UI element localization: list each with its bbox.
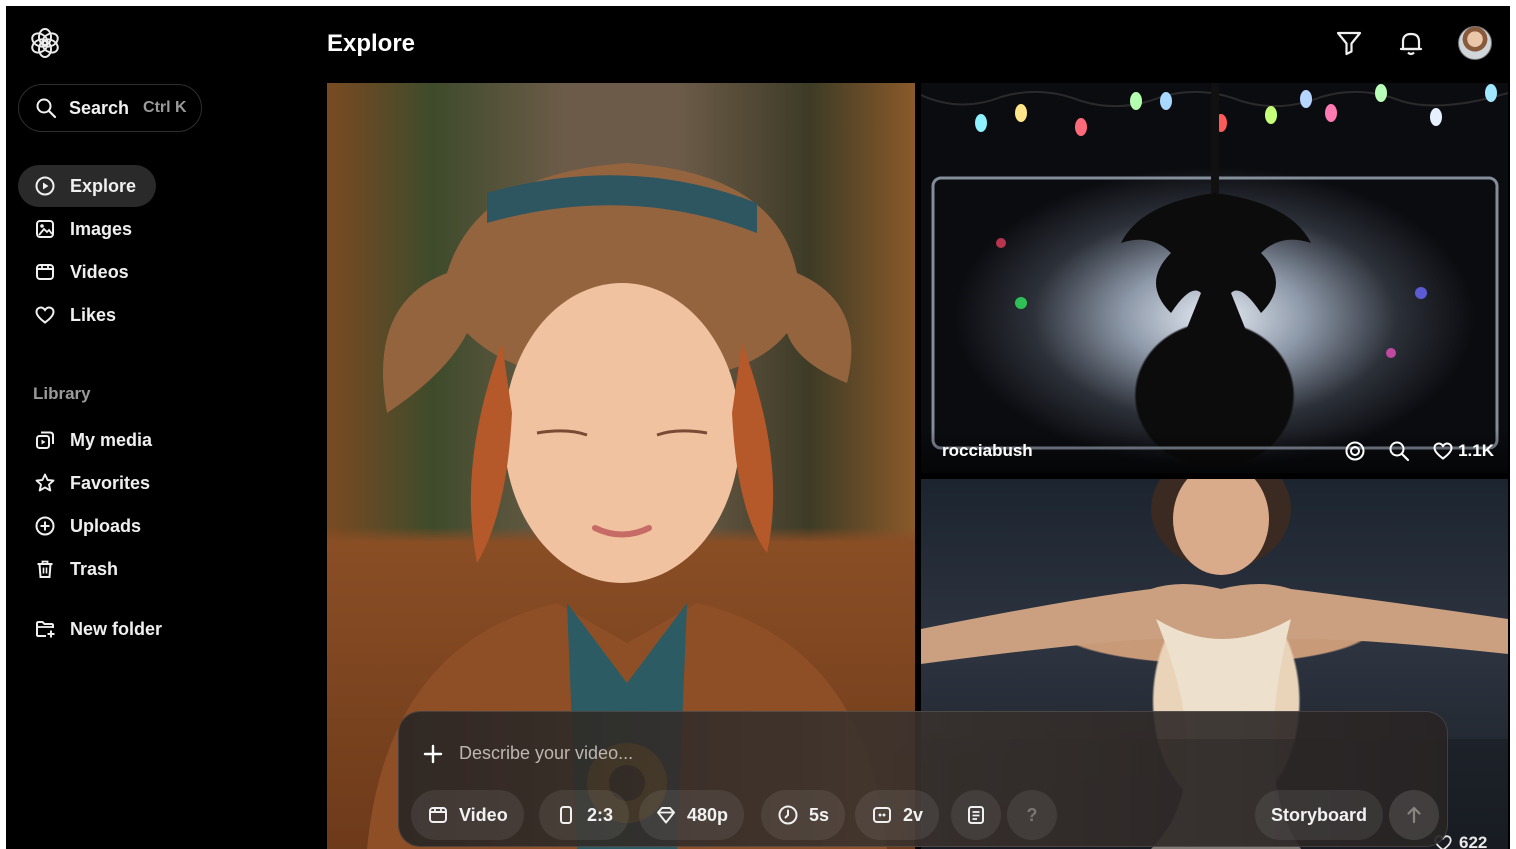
image-icon [36,220,54,238]
nav-item-images[interactable]: Images [18,208,152,250]
duration-label: 5s [809,804,830,825]
library-item-favorites[interactable]: Favorites [18,462,170,504]
variations-select[interactable]: 2v [855,790,940,840]
nav-item-label: Explore [70,175,137,196]
like-button[interactable]: 1.1K [1432,440,1494,462]
clock-icon [778,805,798,825]
video-icon [36,264,54,280]
help-label: ? [1026,804,1038,825]
type-select[interactable]: Video [411,790,524,840]
nav-item-likes[interactable]: Likes [18,294,136,336]
filter-icon[interactable] [1334,28,1364,58]
prompt-input[interactable] [459,738,1219,768]
duration-select[interactable]: 5s [761,790,846,840]
bell-icon[interactable] [1396,28,1426,58]
variations-icon [873,807,891,823]
diamond-icon [657,807,675,824]
variations-label: 2v [903,804,924,825]
submit-button[interactable] [1389,790,1439,840]
heart-icon [35,306,55,324]
ink-tank-illustration [931,83,1499,450]
quality-label: 480p [687,804,729,825]
library-item-label: My media [70,429,153,450]
nav-item-explore[interactable]: Explore [18,165,157,207]
quality-select[interactable]: 480p [639,790,745,840]
type-label: Video [459,804,508,825]
like-count: 622 [1459,833,1488,849]
library-item-trash[interactable]: Trash [18,548,138,590]
logo-icon[interactable] [28,26,62,60]
storyboard-label: Storyboard [1271,804,1368,825]
new-folder-label: New folder [70,618,163,639]
library-item-my-media[interactable]: My media [18,419,172,461]
new-folder-button[interactable]: New folder [18,608,182,650]
search-shortcut: Ctrl K [143,99,187,116]
like-count: 1.1K [1458,441,1494,460]
star-icon [35,473,55,492]
avatar[interactable] [1458,26,1492,60]
arrow-up-icon [1407,806,1421,824]
aspect-ratio-label: 2:3 [587,804,614,825]
tile-username[interactable]: rocciabush [942,441,1344,461]
new-folder-icon [36,621,55,638]
search-label: Search [69,97,130,118]
video-icon [429,807,447,823]
trash-icon [37,560,53,578]
storyboard-button[interactable]: Storyboard [1255,790,1384,840]
help-button[interactable]: ? [1007,790,1057,840]
prompt-composer: Video 2:3 480p 5s [398,711,1448,847]
document-icon [968,806,984,824]
library-heading: Library [33,384,91,403]
nav-item-label: Likes [70,304,117,325]
nav-item-label: Videos [70,261,129,282]
upload-icon [35,516,55,536]
tile-actions: 1.1K [1344,440,1494,462]
add-icon[interactable] [421,742,445,766]
feed-tile-ink-tank[interactable]: rocciabush 1.1K [921,83,1508,473]
media-icon [36,431,54,449]
library-item-label: Trash [70,558,119,579]
page-title: Explore [327,30,416,57]
search-icon [36,98,57,119]
tile-footer: rocciabush 1.1K [921,429,1508,473]
preset-button[interactable] [951,790,1001,840]
remix-icon[interactable] [1344,440,1366,462]
aspect-ratio-select[interactable]: 2:3 [539,790,630,840]
nav-item-videos[interactable]: Videos [18,251,149,293]
aspect-ratio-icon [560,806,572,824]
search-icon[interactable] [1388,440,1410,462]
library-item-label: Favorites [70,472,151,493]
library-item-uploads[interactable]: Uploads [18,505,161,547]
explore-icon [35,176,55,196]
app-window: Search Ctrl K Explore Images Videos Like… [6,6,1510,849]
heart-icon [1433,442,1453,460]
nav-item-label: Images [70,218,133,239]
library-item-label: Uploads [70,515,142,536]
search-button[interactable]: Search Ctrl K [18,84,202,132]
